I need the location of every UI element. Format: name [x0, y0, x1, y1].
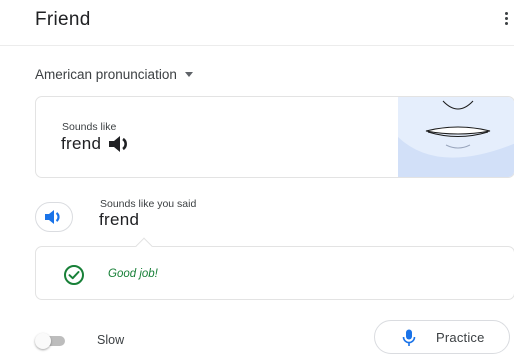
- sounds-like-row: frend: [61, 134, 134, 154]
- check-circle-icon: [64, 265, 84, 285]
- play-user-audio-button[interactable]: [35, 202, 73, 232]
- mic-icon: [402, 329, 416, 346]
- user-said-word: frend: [99, 210, 140, 229]
- speaker-icon[interactable]: [108, 134, 134, 154]
- sounds-like-card: Sounds like frend: [35, 96, 514, 178]
- mouth-illustration: [398, 97, 514, 177]
- slow-toggle[interactable]: [35, 333, 65, 349]
- speaker-icon: [45, 210, 60, 224]
- feedback-text: Good job!: [108, 268, 158, 280]
- accent-dropdown-label: American pronunciation: [35, 66, 177, 82]
- practice-label: Practice: [436, 330, 485, 345]
- feedback-pointer: [135, 237, 153, 255]
- practice-button[interactable]: Practice: [374, 320, 510, 354]
- accent-dropdown[interactable]: American pronunciation: [35, 65, 193, 83]
- caret-down-icon: [184, 72, 193, 77]
- page-title: Friend: [35, 9, 91, 30]
- app-header: Friend: [0, 0, 514, 46]
- slow-label: Slow: [97, 333, 125, 347]
- user-said-label: Sounds like you said: [100, 198, 197, 210]
- sounds-like-label: Sounds like: [62, 121, 117, 133]
- more-vert-icon[interactable]: [502, 10, 510, 32]
- feedback-card: Good job!: [35, 237, 514, 300]
- sounds-like-word: frend: [61, 134, 102, 153]
